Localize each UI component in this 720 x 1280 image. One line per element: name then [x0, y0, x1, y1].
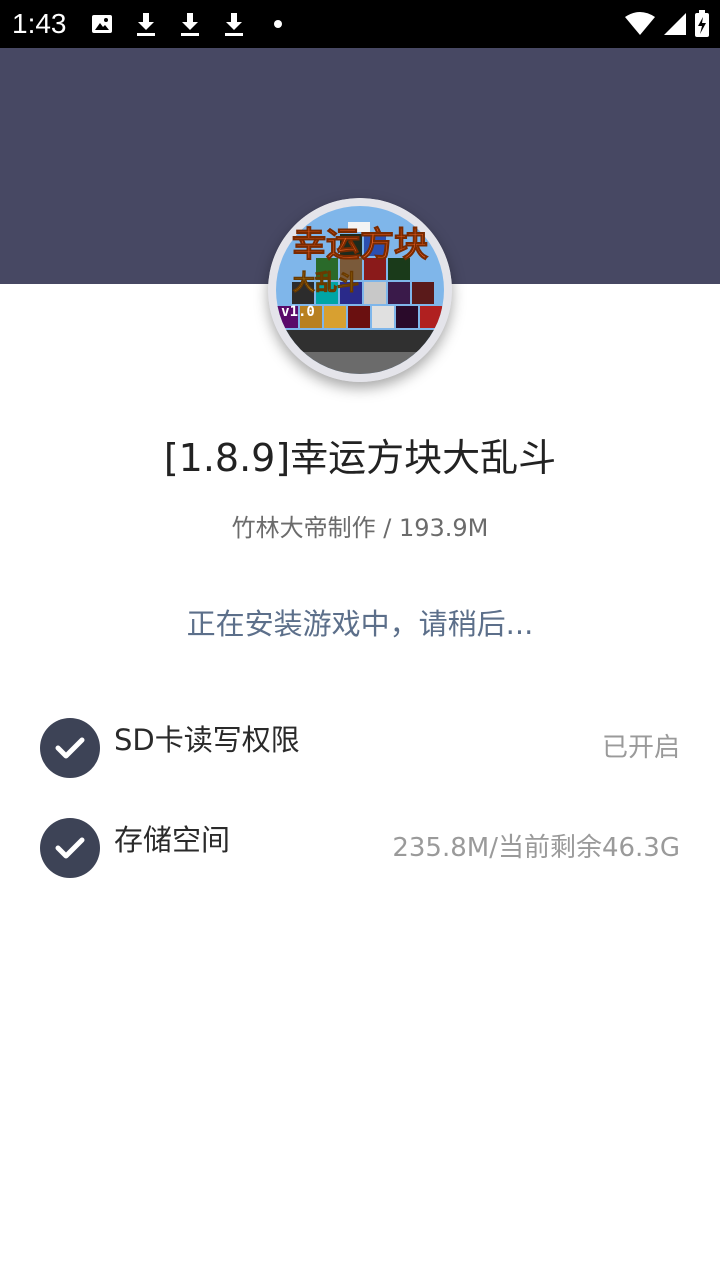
install-status-text: 正在安装游戏中，请稍后...	[186, 607, 534, 641]
signal-icon	[662, 10, 688, 38]
download-icon	[220, 10, 248, 38]
download-icon	[176, 10, 204, 38]
status-bar: 1:43	[0, 0, 720, 48]
permission-row-sd-card: SD卡读写权限 已开启	[0, 718, 720, 788]
permission-label: 存储空间	[114, 823, 231, 857]
cover-text-version: v1.0	[281, 304, 315, 320]
battery-charging-icon	[694, 10, 710, 38]
game-cover-image: 幸运方块 大乱斗 v1.0	[268, 198, 452, 382]
permission-label: SD卡读写权限	[114, 723, 300, 757]
permission-value: 已开启	[601, 733, 680, 763]
check-icon	[40, 718, 100, 778]
permission-row-storage: 存储空间 235.8M/当前剩余46.3G	[0, 818, 720, 888]
cover-text-title: 幸运方块	[292, 225, 428, 265]
image-icon	[88, 10, 116, 38]
check-icon	[40, 818, 100, 878]
status-system-icons	[618, 10, 710, 38]
permission-value: 235.8M/当前剩余46.3G	[392, 833, 680, 863]
wifi-icon	[624, 10, 656, 38]
dot-icon	[264, 10, 292, 38]
cover-text-subtitle: 大乱斗	[293, 271, 359, 296]
game-meta: 竹林大帝制作 / 193.9M	[231, 514, 489, 542]
status-notification-icons	[88, 10, 308, 38]
download-icon	[132, 10, 160, 38]
game-title: [1.8.9]幸运方块大乱斗	[163, 436, 557, 480]
status-time: 1:43	[12, 8, 67, 39]
